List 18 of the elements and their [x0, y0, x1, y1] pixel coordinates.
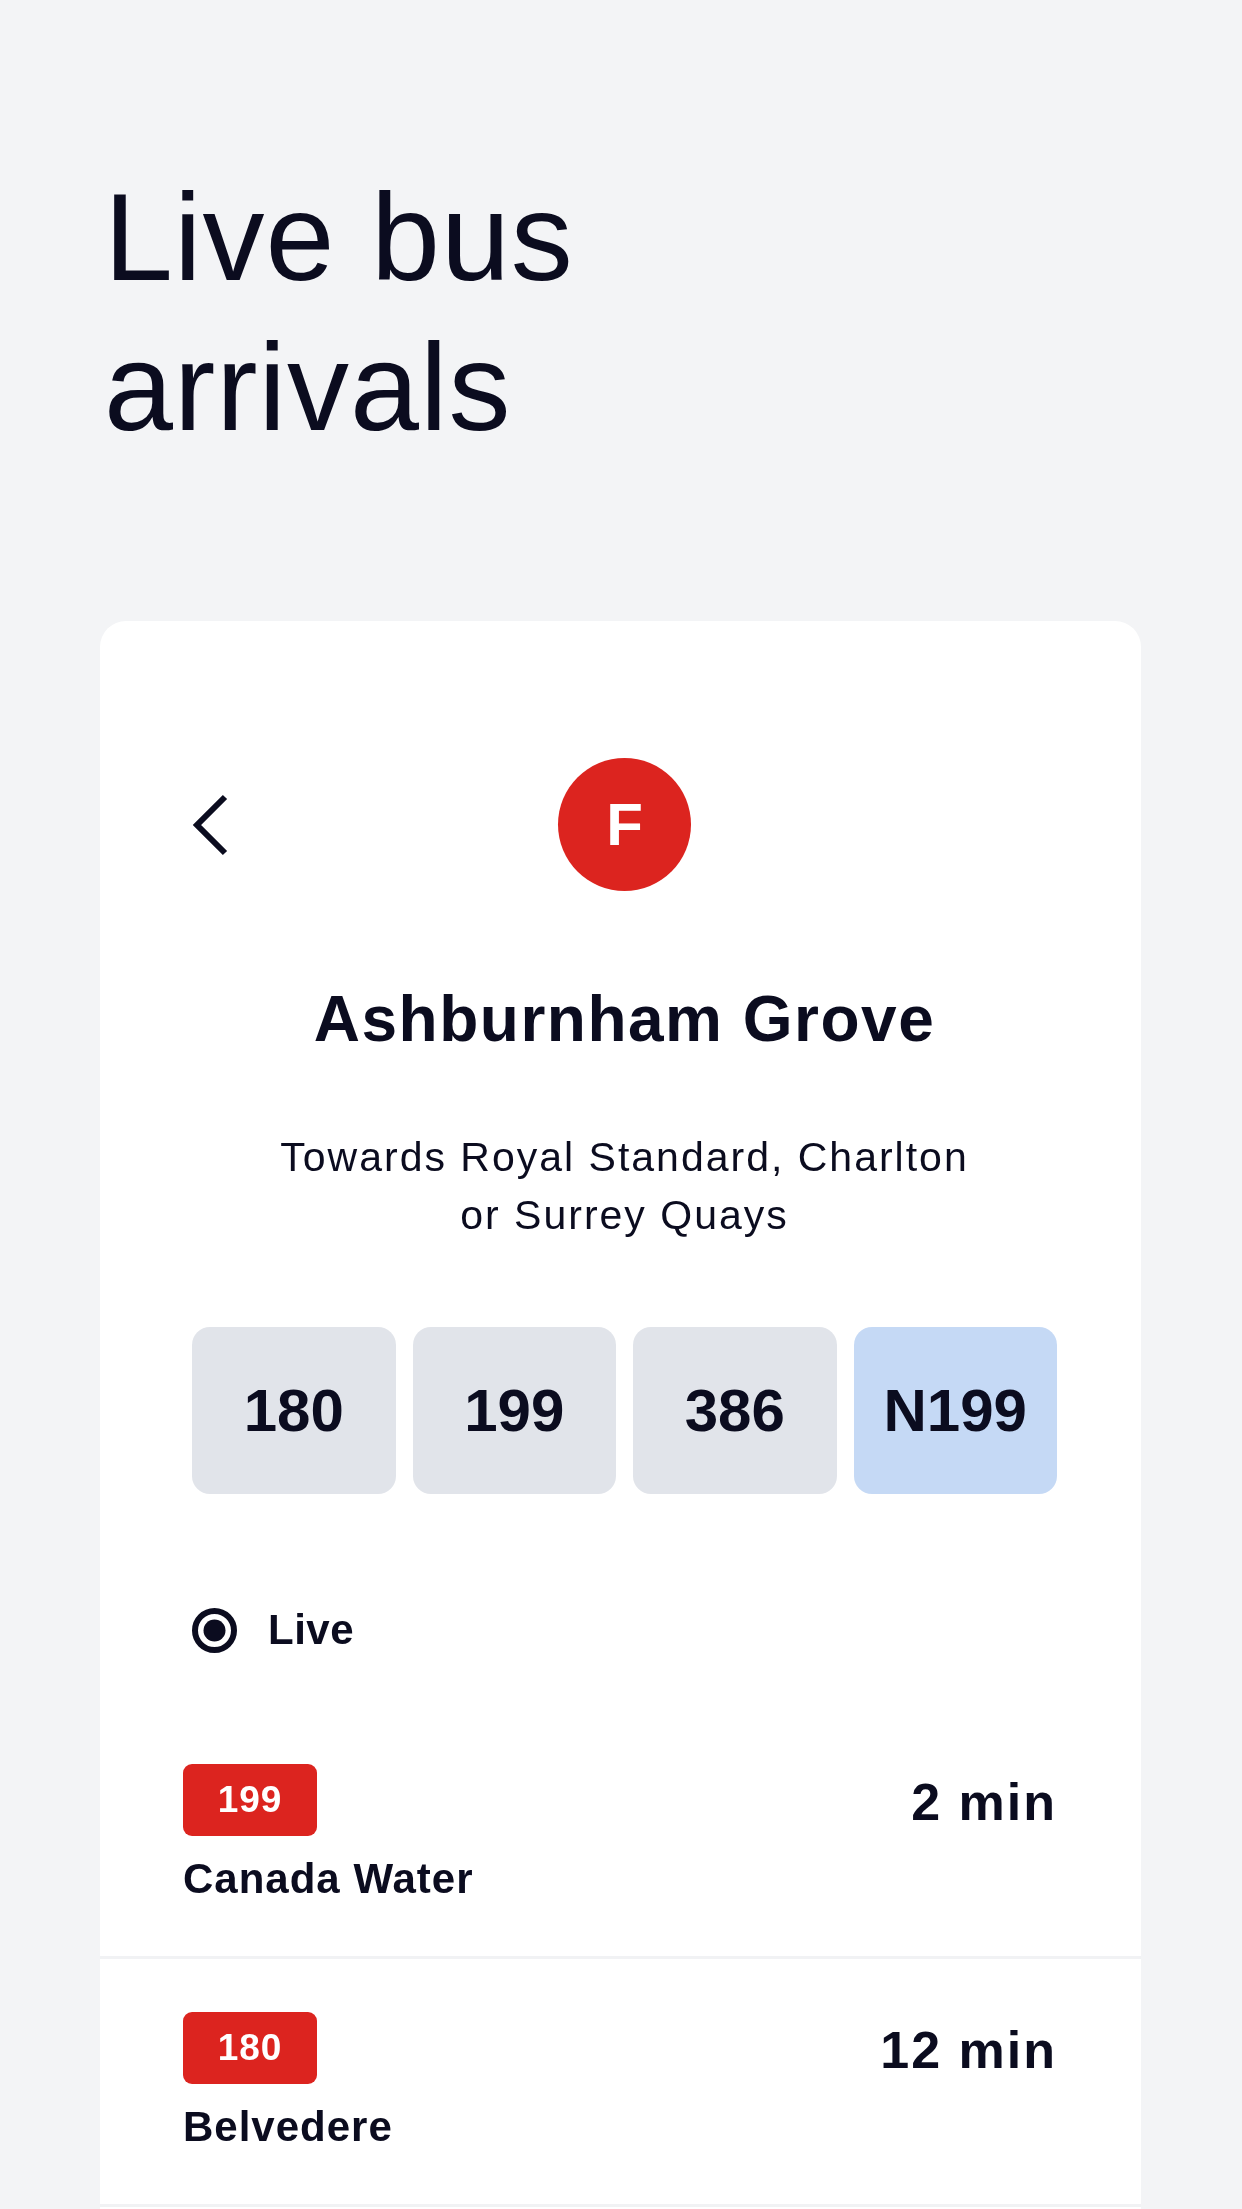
radio-button[interactable]	[192, 1607, 237, 1653]
stop-letter-badge: F	[558, 758, 691, 891]
due-time: 12 min	[880, 2020, 1057, 2080]
route-filter-chip[interactable]: N199	[853, 1327, 1057, 1494]
due-time: 2 min	[911, 1772, 1057, 1832]
page-heading: Live bus arrivals	[104, 167, 575, 458]
back-icon	[192, 793, 229, 856]
route-filter-chip[interactable]: 199	[412, 1327, 616, 1494]
stop-name: Ashburnham Grove	[312, 982, 937, 1057]
back-button[interactable]	[192, 793, 229, 856]
destination-label: Belvedere	[183, 2102, 393, 2152]
destination-label: Canada Water	[183, 1854, 474, 1904]
direction-text: Towards Royal Standard, Charlton or Surrey Quays	[279, 1133, 970, 1240]
route-filter-chip[interactable]: 386	[633, 1327, 837, 1494]
route-filter-chip[interactable]: 180	[192, 1327, 396, 1494]
route-badge: 199	[183, 1764, 317, 1836]
route-badge: 180	[183, 2012, 317, 2084]
live-label: Live	[268, 1606, 355, 1654]
